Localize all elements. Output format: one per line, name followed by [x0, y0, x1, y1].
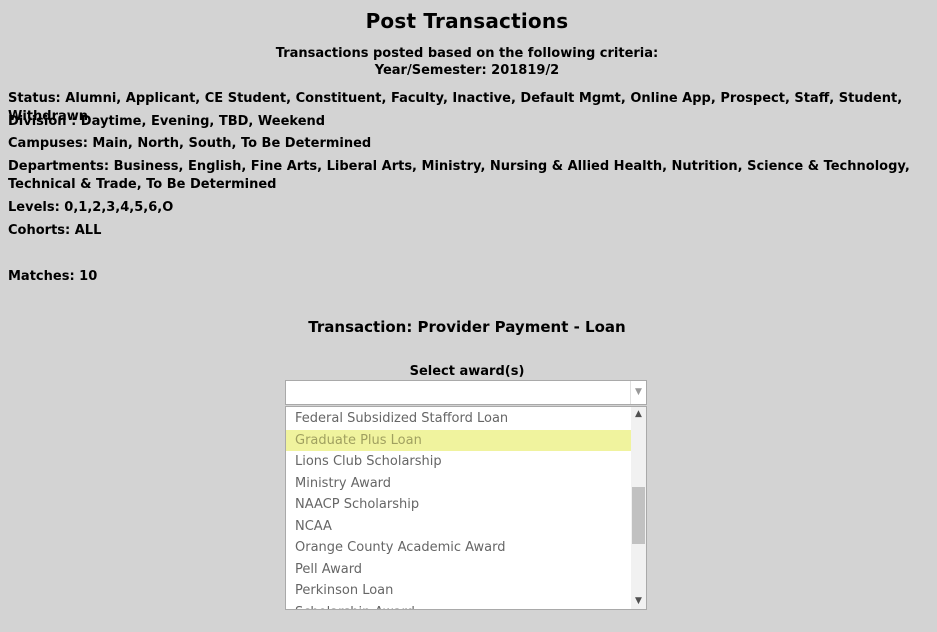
- matches-count: Matches: 10: [8, 269, 98, 284]
- division-criteria: Division : Daytime, Evening, TBD, Weeken…: [8, 114, 326, 129]
- campuses-criteria: Campuses: Main, North, South, To Be Dete…: [8, 136, 372, 151]
- award-dropdown-list[interactable]: Federal Subsidized Stafford Loan Graduat…: [285, 406, 647, 610]
- award-option[interactable]: Pell Award: [286, 559, 631, 581]
- levels-criteria: Levels: 0,1,2,3,4,5,6,O: [8, 200, 174, 215]
- award-select-label: Select award(s): [409, 364, 525, 379]
- award-options: Federal Subsidized Stafford Loan Graduat…: [286, 408, 631, 610]
- award-option[interactable]: NAACP Scholarship: [286, 494, 631, 516]
- chevron-down-icon[interactable]: ▼: [630, 381, 646, 404]
- page-title: Post Transactions: [365, 9, 569, 33]
- criteria-intro: Transactions posted based on the followi…: [275, 46, 659, 61]
- award-option[interactable]: Ministry Award: [286, 473, 631, 495]
- cohorts-criteria: Cohorts: ALL: [8, 223, 102, 238]
- award-select[interactable]: ▼: [285, 380, 647, 405]
- transaction-label: Transaction: Provider Payment - Loan: [308, 318, 626, 336]
- award-option[interactable]: Scholarship Award: [286, 602, 631, 610]
- award-option[interactable]: Federal Subsidized Stafford Loan: [286, 408, 631, 430]
- scrollbar-thumb[interactable]: [632, 487, 645, 544]
- award-option-highlighted[interactable]: Graduate Plus Loan: [286, 429, 631, 451]
- award-option[interactable]: NCAA: [286, 516, 631, 538]
- departments-criteria: Departments: Business, English, Fine Art…: [8, 159, 910, 192]
- award-option[interactable]: Perkinson Loan: [286, 580, 631, 602]
- dropdown-scrollbar[interactable]: ▲ ▼: [631, 407, 646, 609]
- scroll-down-icon[interactable]: ▼: [631, 594, 646, 609]
- criteria-header: Transactions posted based on the followi…: [0, 45, 934, 79]
- award-option[interactable]: Orange County Academic Award: [286, 537, 631, 559]
- scroll-up-icon[interactable]: ▲: [631, 407, 646, 422]
- year-semester: Year/Semester: 201819/2: [374, 63, 560, 78]
- award-option[interactable]: Lions Club Scholarship: [286, 451, 631, 473]
